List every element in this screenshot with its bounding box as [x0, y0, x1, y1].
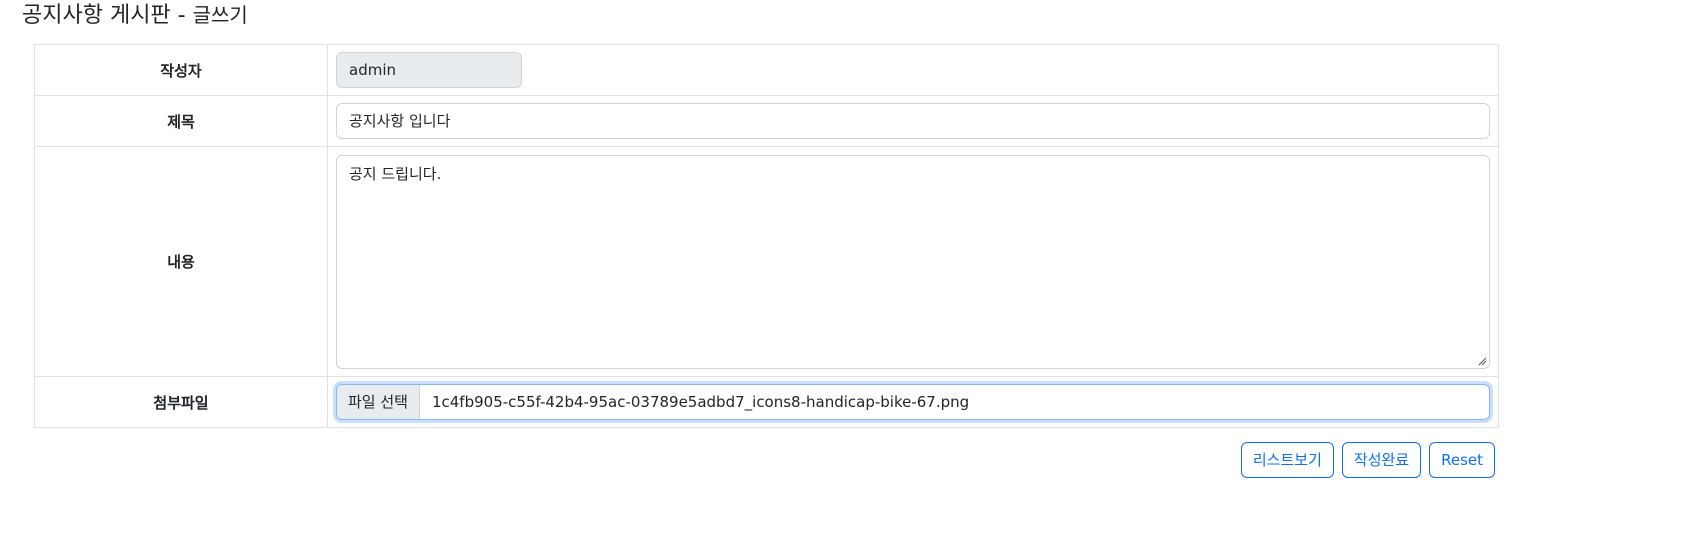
page-title: 공지사항 게시판 - 글쓰기 — [22, 0, 248, 34]
writer-label: 작성자 — [34, 44, 328, 96]
writer-input[interactable]: admin — [336, 52, 522, 88]
file-select-button[interactable]: 파일 선택 — [337, 385, 420, 419]
write-form-table: 작성자 admin 제목 공지사항 입니다 내용 공지 드립니다. 첨부파일 파… — [34, 44, 1499, 428]
action-buttons: 리스트보기 작성완료 Reset — [1240, 442, 1495, 478]
content-textarea[interactable]: 공지 드립니다. — [336, 154, 1490, 369]
content-text: 공지 드립니다. — [349, 164, 442, 183]
page-subtitle: 글쓰기 — [192, 3, 248, 27]
title-cell: 공지사항 입니다 — [327, 95, 1499, 147]
row-title: 제목 공지사항 입니다 — [34, 95, 1499, 147]
writer-cell: admin — [327, 44, 1499, 96]
title-label: 제목 — [34, 95, 328, 147]
list-button[interactable]: 리스트보기 — [1240, 442, 1334, 478]
content-cell: 공지 드립니다. — [327, 146, 1499, 377]
title-input[interactable]: 공지사항 입니다 — [336, 103, 1490, 139]
file-name: 1c4fb905-c55f-42b4-95ac-03789e5adbd7_ico… — [431, 393, 970, 411]
content-label: 내용 — [34, 146, 328, 377]
attachment-label: 첨부파일 — [34, 376, 328, 428]
row-writer: 작성자 admin — [34, 44, 1499, 96]
page-title-main: 공지사항 게시판 - — [22, 3, 193, 28]
row-attachment: 첨부파일 파일 선택 1c4fb905-c55f-42b4-95ac-03789… — [34, 376, 1499, 428]
row-content: 내용 공지 드립니다. — [34, 146, 1499, 377]
file-input[interactable]: 파일 선택 1c4fb905-c55f-42b4-95ac-03789e5adb… — [336, 384, 1490, 420]
attachment-cell: 파일 선택 1c4fb905-c55f-42b4-95ac-03789e5adb… — [327, 376, 1499, 428]
submit-button[interactable]: 작성완료 — [1341, 442, 1422, 478]
reset-button[interactable]: Reset — [1429, 442, 1495, 478]
resize-handle-icon[interactable] — [1477, 356, 1487, 366]
